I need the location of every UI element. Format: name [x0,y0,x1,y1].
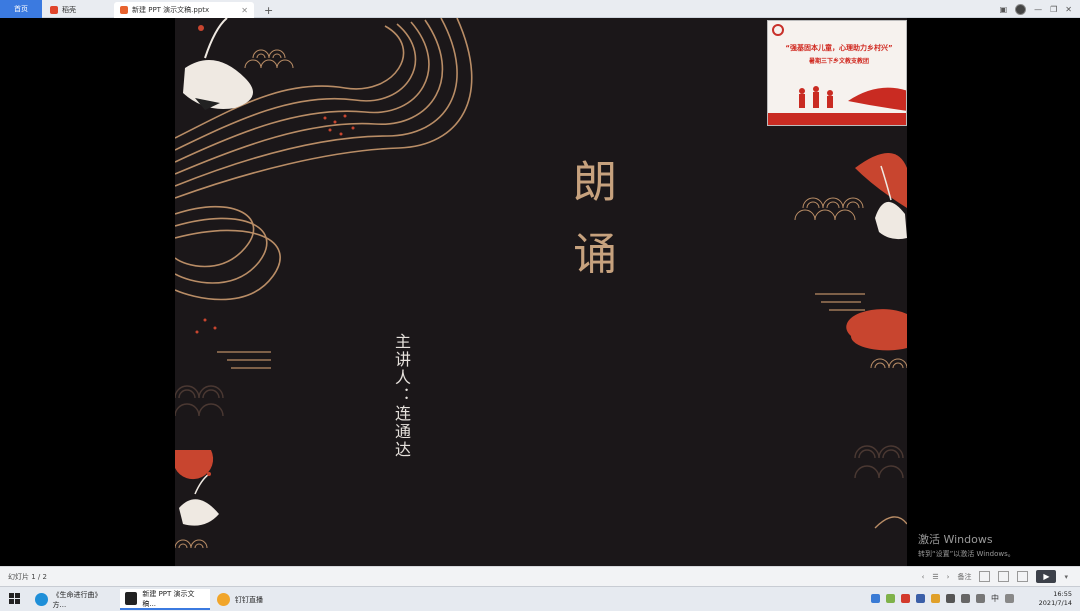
reading-view-icon[interactable] [1017,571,1029,582]
browser-tab-bar: 首页 稻壳 新建 PPT 演示文稿.pptx ✕ + ▣ — ❐ ✕ [0,0,1080,18]
taskbar-item-dingtalk-live[interactable]: 钉钉直播 [212,589,298,610]
camera-banner-line2: 暑期三下乡文教支教团 [808,58,869,65]
tray-app-icon[interactable] [946,594,955,603]
keyboard-icon[interactable] [1005,594,1014,603]
dark-scale-pattern-right [854,445,904,479]
slide-counter: 幻灯片 1 / 2 [8,573,47,581]
gold-scale-pattern-right [794,197,864,221]
slide-title-char-1: 朗 [573,157,617,208]
school-seal-icon [772,24,784,36]
slideshow-play-button[interactable]: ▶ [1036,570,1057,583]
system-tray: 中 [871,593,1014,604]
tab-ppt-label: 新建 PPT 演示文稿.pptx [132,6,210,14]
dingtalk-live-icon [217,593,230,606]
taskbar-item-label: 钉钉直播 [235,595,263,604]
network-icon[interactable] [961,594,970,603]
ime-indicator[interactable]: 中 [991,593,999,604]
status-bar-controls: ‹ ☰ › 备注 ▶ ▾ [922,570,1068,583]
red-semicircle-right [846,309,907,351]
ppt-icon [120,6,128,14]
close-tab-icon[interactable]: ✕ [241,6,248,15]
taskbar-item-wps[interactable]: 新建 PPT 演示文稿... [120,589,210,610]
slide-title-char-2: 诵 [573,229,617,280]
restore-icon[interactable]: ❐ [1050,5,1057,14]
tray-app-icon[interactable] [901,594,910,603]
prev-slide-icon[interactable]: ‹ [922,573,925,581]
watermark-line2: 转到“设置”以激活 Windows。 [918,550,1015,558]
clock-time: 16:55 [1053,590,1072,598]
clock-date: 2021/7/14 [1038,599,1072,607]
windows-start-icon[interactable] [9,593,20,604]
tab-home-label: 首页 [14,5,28,13]
gold-dash-lines-right [815,293,865,311]
watermark-line1: 激活 Windows [918,533,993,546]
gold-dash-lines-left [217,351,271,369]
crane-bottom-left [179,472,219,526]
presentation-status-bar: 幻灯片 1 / 2 ‹ ☰ › 备注 ▶ ▾ [0,566,1080,586]
next-slide-icon[interactable]: › [947,573,950,581]
edge-browser-icon [35,593,48,606]
slide-speaker-label: 主讲人：连通达 [392,333,411,459]
tab-ppt-document[interactable]: 新建 PPT 演示文稿.pptx ✕ [114,2,254,18]
close-window-icon[interactable]: ✕ [1065,5,1072,14]
taskbar-item-label: 《生命进行曲》方... [52,590,102,609]
tab-docer-label: 稻壳 [62,6,76,14]
window-layout-icon[interactable]: ▣ [1000,5,1008,14]
dropdown-chevron-icon[interactable]: ▾ [1064,573,1068,581]
tray-app-icon[interactable] [871,594,880,603]
taskbar-item-edge[interactable]: 《生命进行曲》方... [30,589,118,610]
red-dot-cluster [195,114,355,334]
minimize-icon[interactable]: — [1034,5,1042,14]
microphone-icon[interactable] [916,594,925,603]
window-controls: ▣ — ❐ ✕ [1000,2,1072,16]
camera-overlay-header [768,21,906,39]
new-tab-button[interactable]: + [258,2,279,18]
slide-list-icon[interactable]: ☰ [932,573,938,581]
camera-banner-figures [768,86,906,125]
red-cloud-right [855,153,907,208]
docer-icon [50,6,58,14]
gold-scale-pattern-right-mid [870,358,907,369]
gold-scale-pattern-bottom [175,539,208,549]
notes-button[interactable]: 备注 [957,572,971,582]
taskbar-item-label: 新建 PPT 演示文稿... [142,589,195,608]
normal-view-icon[interactable] [979,571,991,582]
dark-scale-pattern-left [175,385,224,417]
gold-wave-lines [175,18,473,301]
system-clock[interactable]: 16:55 2021/7/14 [1039,590,1072,608]
volume-icon[interactable] [976,594,985,603]
camera-overlay[interactable]: “强基固本儿童，心理助力乡村兴” 暑期三下乡文教支教团 [767,20,907,126]
windows-activation-watermark: 激活 Windows 转到“设置”以激活 Windows。 [918,531,1015,559]
avatar[interactable] [1015,3,1027,15]
camera-banner-line1: “强基固本儿童，心理助力乡村兴” [785,44,893,52]
tray-app-icon[interactable] [886,594,895,603]
gold-scale-pattern-top [244,49,294,69]
tab-docer[interactable]: 稻壳 [44,2,112,18]
wps-icon [125,592,138,605]
windows-taskbar: 《生命进行曲》方... 新建 PPT 演示文稿... 钉钉直播 中 16:55 … [0,586,1080,611]
gold-wave-right-bottom [874,516,907,529]
slide-sorter-icon[interactable] [998,571,1010,582]
crane-top-left [183,18,253,110]
tray-app-icon[interactable] [931,594,940,603]
tab-home[interactable]: 首页 [0,0,42,18]
